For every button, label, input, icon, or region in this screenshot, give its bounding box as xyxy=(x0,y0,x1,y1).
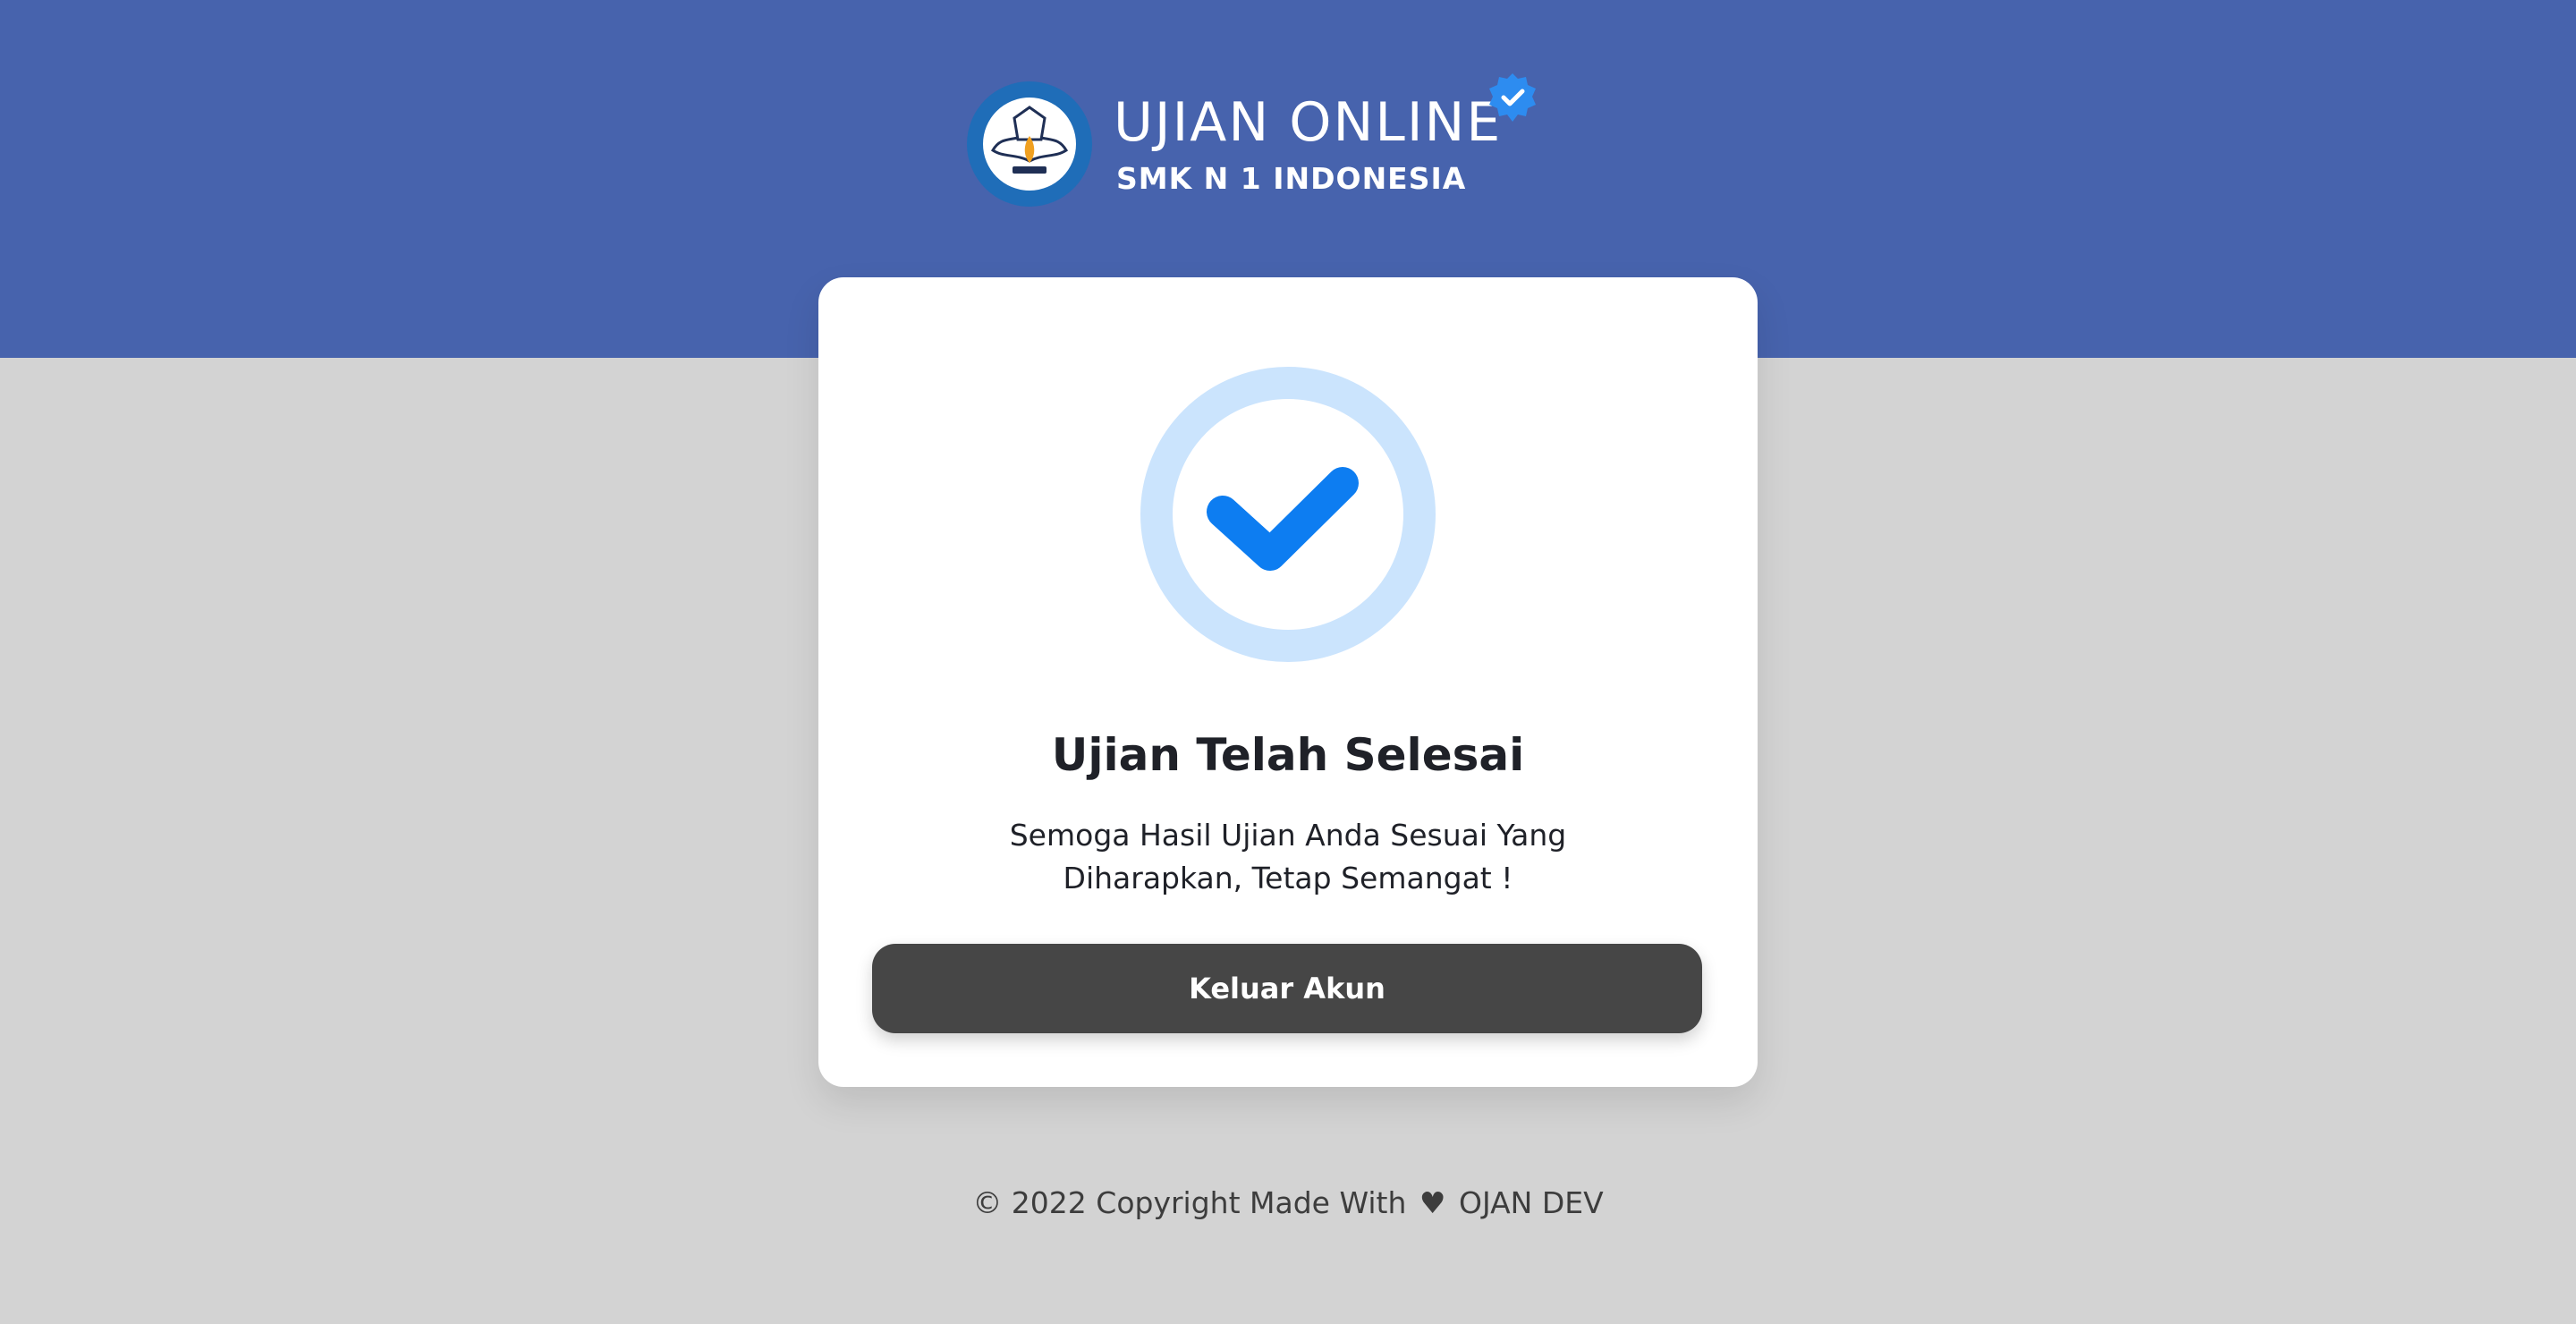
heart-icon: ♥ xyxy=(1419,1185,1446,1220)
completion-title: Ujian Telah Selesai xyxy=(1051,729,1525,781)
school-logo-icon xyxy=(967,81,1092,207)
footer-author: OJAN DEV xyxy=(1458,1185,1604,1220)
brand-header: UJIAN ONLINE SMK N 1 INDONESIA xyxy=(966,72,1556,215)
footer: © 2022 Copyright Made With ♥ OJAN DEV xyxy=(0,1185,2576,1220)
logout-button[interactable]: Keluar Akun xyxy=(872,944,1702,1033)
footer-copyright: © 2022 Copyright Made With xyxy=(972,1185,1407,1220)
check-circle-icon xyxy=(1140,367,1436,662)
completion-message: Semoga Hasil Ujian Anda Sesuai Yang Diha… xyxy=(1009,818,1567,895)
app-title: UJIAN ONLINE xyxy=(1114,91,1503,154)
school-name: SMK N 1 INDONESIA xyxy=(1116,161,1467,196)
verified-badge-icon xyxy=(1489,73,1536,122)
completion-card: Ujian Telah Selesai Semoga Hasil Ujian A… xyxy=(818,277,1758,1087)
